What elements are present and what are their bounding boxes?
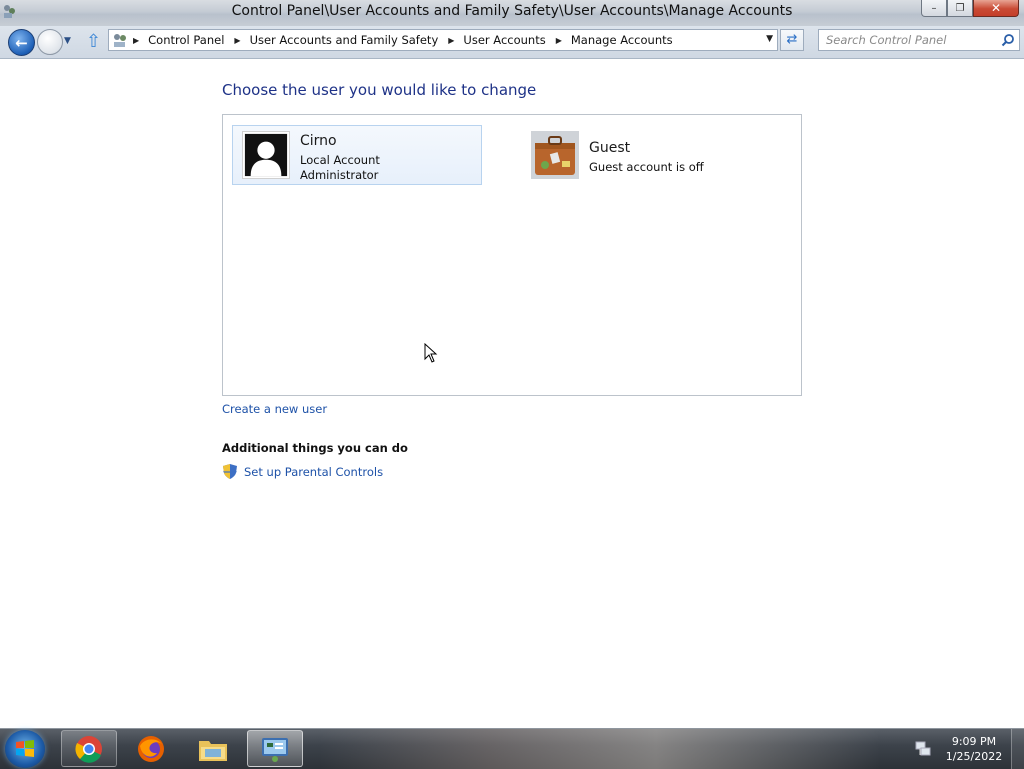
taskbar: 9:09 PM 1/25/2022 [0,728,1024,769]
address-bar[interactable]: ▶ Control Panel ▶ User Accounts and Fami… [108,29,778,51]
suitcase-icon [531,131,579,179]
maximize-button[interactable]: ❐ [947,0,973,17]
page-title: Choose the user you would like to change [222,81,537,99]
account-status: Guest account is off [589,160,704,174]
back-arrow-icon: ← [15,33,28,52]
breadcrumb-manage-accounts[interactable]: Manage Accounts [571,33,673,47]
search-icon[interactable] [1001,33,1015,47]
user-silhouette-icon [242,131,290,179]
window-title: Control Panel\User Accounts and Family S… [231,3,793,19]
window-controls: – ❐ ✕ [921,0,1019,19]
create-new-user-link[interactable]: Create a new user [222,402,327,416]
mouse-cursor-icon [424,343,438,363]
breadcrumb-user-accounts[interactable]: User Accounts [463,33,545,47]
address-dropdown-icon[interactable]: ▼ [766,34,773,44]
start-button[interactable] [5,730,45,768]
firefox-icon [138,735,164,762]
control-panel-icon [114,34,126,47]
parental-controls-row[interactable]: Set up Parental Controls [222,463,383,480]
main-content: Choose the user you would like to change… [0,59,1024,728]
show-desktop-button[interactable] [1011,729,1024,769]
taskbar-background [320,729,880,769]
history-dropdown-icon[interactable]: ▼ [64,36,71,46]
file-explorer-icon [199,740,227,761]
control-panel-icon [262,737,288,762]
breadcrumb-separator-icon[interactable]: ▶ [234,36,240,45]
breadcrumb-separator-icon[interactable]: ▶ [556,36,562,45]
close-button[interactable]: ✕ [973,0,1019,17]
chrome-icon [75,735,102,763]
taskbar-control-panel[interactable] [247,730,303,767]
up-arrow-icon[interactable]: ⇧ [86,31,101,52]
account-role: Administrator [300,168,379,182]
breadcrumb-user-accounts-family-safety[interactable]: User Accounts and Family Safety [250,33,439,47]
account-name: Cirno [300,133,337,149]
breadcrumb: ▶ Control Panel ▶ User Accounts and Fami… [133,33,673,47]
clock-time: 9:09 PM [951,735,997,748]
navigation-bar: ← ▼ ⇧ ▶ Control Panel ▶ User Accounts an… [0,26,1024,59]
minimize-button[interactable]: – [921,0,947,17]
title-bar: Control Panel\User Accounts and Family S… [0,0,1024,26]
network-icon[interactable] [914,740,932,758]
taskbar-chrome[interactable] [61,730,117,767]
breadcrumb-separator-icon[interactable]: ▶ [448,36,454,45]
search-box [818,29,1020,51]
taskbar-file-explorer[interactable] [185,730,241,767]
account-tile-cirno[interactable]: Cirno Local Account Administrator [232,125,482,185]
taskbar-firefox[interactable] [123,730,179,767]
windows-logo-icon [16,740,34,757]
breadcrumb-separator-icon[interactable]: ▶ [133,36,139,45]
breadcrumb-control-panel[interactable]: Control Panel [148,33,224,47]
system-clock[interactable]: 9:09 PM 1/25/2022 [940,734,1008,764]
search-input[interactable] [819,30,1001,50]
clock-date: 1/25/2022 [945,750,1003,763]
account-name: Guest [589,140,631,156]
forward-button[interactable] [37,29,63,55]
accounts-list: Cirno Local Account Administrator Guest … [222,114,802,396]
back-button[interactable]: ← [8,29,35,56]
refresh-icon[interactable]: ⇄ [780,29,804,51]
uac-shield-icon [223,464,237,479]
additional-heading: Additional things you can do [222,441,408,455]
account-tile-guest[interactable]: Guest Guest account is off [528,130,778,190]
account-type: Local Account [300,153,380,167]
parental-controls-link[interactable]: Set up Parental Controls [244,465,383,479]
